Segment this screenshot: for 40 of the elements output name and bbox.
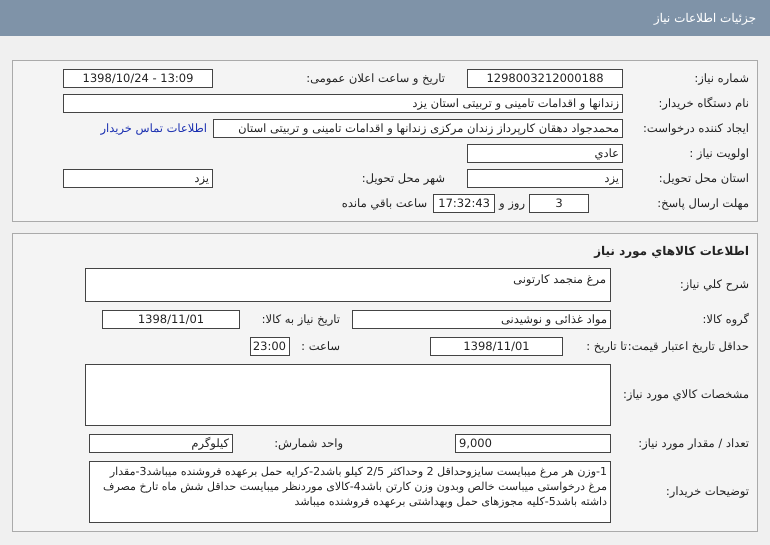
field-label: مهلت ارسال پاسخ:: [656, 194, 749, 212]
days-field: 3: [529, 194, 589, 213]
field-label: شهر محل تحویل:: [360, 170, 445, 187]
validity-date-field: 1398/11/01: [430, 337, 563, 356]
unit-field: کیلوگرم: [89, 434, 233, 453]
section-title: اطلاعات کالاهاي مورد نياز: [592, 243, 749, 260]
field-label: واحد شمارش:: [273, 434, 343, 452]
field-label: ساعت :: [300, 338, 340, 355]
validity-time-field: 23:00: [250, 337, 290, 356]
field-label: تعداد / مقدار مورد نیاز:: [637, 434, 749, 452]
buyer-contact-link[interactable]: اطلاعات تماس خریدار: [100, 120, 207, 138]
days-label: روز و: [499, 194, 525, 212]
field-label: توضیحات خریدار:: [664, 483, 749, 500]
group-field: مواد غذائی و نوشیدنی: [352, 310, 611, 329]
priority-field: عادي: [467, 144, 623, 163]
buyer-org-field: زندانها و اقدامات تامینی و تربیتی استان یزد: [63, 94, 623, 113]
page-title: جزئیات اطلاعات نیاز: [654, 10, 756, 27]
announce-date-field: 1398/10/24 - 13:09: [63, 69, 213, 88]
field-label: اولویت نیاز :: [688, 144, 749, 162]
field-label: گروه کالا:: [702, 310, 749, 328]
field-label: ایجاد کننده درخواست:: [642, 120, 749, 137]
need-number-field: 1298003212000188: [467, 69, 623, 88]
field-label: شرح کلي نياز:: [678, 276, 749, 294]
province-field: یزد: [467, 169, 623, 188]
field-label: مشخصات کالاي مورد نياز:: [622, 386, 749, 404]
field-label: استان محل تحویل:: [658, 170, 749, 187]
city-field: یزد: [63, 169, 213, 188]
field-label: نام دستگاه خریدار:: [657, 94, 749, 112]
time-left-label: ساعت باقي مانده: [342, 194, 428, 212]
field-label: تاریخ نیاز به کالا:: [260, 310, 340, 328]
field-label: تا تاریخ :: [585, 338, 627, 355]
field-label: حداقل تاریخ اعتبار قیمت:: [627, 338, 749, 355]
field-label: تاریخ و ساعت اعلان عمومی:: [305, 70, 445, 87]
time-left-field: 17:32:43: [433, 194, 496, 213]
summary-field: مرغ منجمد کارتونی: [85, 268, 611, 302]
quantity-field: 9,000: [455, 434, 611, 453]
need-date-field: 1398/11/01: [102, 310, 240, 329]
buyer-notes-field: 1-وزن هر مرغ میبایست سایزوحداقل 2 وحداکثر 2/5 کیلو باشد2-کرایه حمل برعهده فروشنده میباشد3-مقدار مرغ درخواستی میباست خالص وبدون وزن کارتن باشد4-کالای موردنظر میبایست حداقل شش ماه تارخ مصرف داشته باشد5-کلیه مجوزهای حمل وبهداشتی برعهده فروشنده میباشد: [89, 461, 611, 523]
field-label: شماره نیاز:: [693, 70, 749, 87]
requester-field: محمدجواد دهقان کارپرداز زندان مرکزی زندانها و اقدامات تامینی و تربیتی استان: [213, 119, 623, 138]
